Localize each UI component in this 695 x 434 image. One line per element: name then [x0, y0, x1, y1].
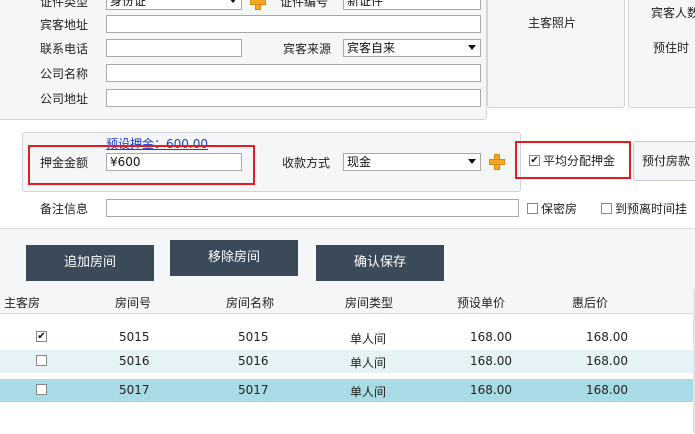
payment-method-label: 收款方式	[282, 156, 331, 170]
id-type-label: 证件类型	[40, 0, 89, 9]
remove-room-button[interactable]: 移除房间	[170, 240, 298, 276]
confirm-save-button[interactable]: 确认保存	[316, 245, 444, 281]
add-id-type-icon[interactable]	[250, 0, 266, 10]
payment-method-value: 现金	[347, 155, 372, 169]
discount-price-cell: 168.00	[586, 354, 628, 368]
preset-price-cell: 168.00	[470, 330, 512, 344]
guest-address-field[interactable]	[106, 15, 481, 33]
company-name-field[interactable]	[106, 64, 481, 82]
payment-method-select[interactable]: 现金	[343, 153, 481, 171]
company-address-label: 公司地址	[40, 92, 89, 106]
id-type-value: 身份证	[110, 0, 147, 8]
checkout-charge-checkbox[interactable]	[601, 203, 612, 214]
split-deposit-highlight	[515, 141, 631, 179]
room-name-cell: 5016	[238, 354, 269, 368]
col-room-type[interactable]: 房间类型	[345, 294, 393, 311]
source-select[interactable]: 宾客自来	[343, 39, 481, 57]
preset-price-cell: 168.00	[470, 354, 512, 368]
remarks-label: 备注信息	[40, 202, 89, 216]
discount-price-cell: 168.00	[586, 330, 628, 344]
guest-count-label: 宾客人数	[651, 6, 695, 20]
id-type-select[interactable]: 身份证	[106, 0, 242, 10]
confidential-room-label: 保密房	[541, 202, 578, 216]
col-room-no[interactable]: 房间号	[115, 294, 151, 311]
chevron-down-icon	[229, 0, 237, 3]
confidential-room-checkbox[interactable]	[527, 203, 538, 214]
company-name-label: 公司名称	[40, 67, 89, 81]
add-room-button[interactable]: 追加房间	[26, 245, 154, 281]
main-room-checkbox[interactable]	[36, 384, 47, 395]
col-discount-price[interactable]: 惠后价	[572, 294, 608, 311]
prepay-room-label: 预付房款	[642, 154, 691, 168]
discount-price-cell: 168.00	[586, 383, 628, 397]
preset-price-cell: 168.00	[470, 383, 512, 397]
source-label: 宾客来源	[283, 42, 332, 56]
id-no-label: 证件编号	[280, 0, 329, 9]
room-type-cell: 单人间	[350, 356, 387, 370]
expected-stay-label: 预住时	[653, 41, 690, 55]
source-value: 宾客自来	[347, 41, 396, 55]
prepay-room-button[interactable]: 预付房款	[633, 141, 695, 181]
deposit-amount-highlight	[28, 145, 255, 185]
chevron-down-icon	[468, 159, 476, 164]
main-room-checkbox[interactable]	[36, 355, 47, 366]
col-main-room[interactable]: 主客房	[4, 294, 40, 311]
stay-info-panel: 宾客人数 预住时	[628, 0, 695, 108]
main-room-checkbox[interactable]: ✔	[36, 331, 47, 342]
room-no-cell: 5016	[119, 354, 150, 368]
id-no-field[interactable]: 新证件	[343, 0, 481, 10]
room-no-cell: 5017	[119, 383, 150, 397]
table-row[interactable]: 5016 5016 单人间 168.00 168.00	[0, 350, 695, 373]
phone-field[interactable]	[106, 39, 242, 57]
guest-photo-panel[interactable]: 主客照片	[487, 0, 625, 108]
checkout-charge-label: 到预离时间挂	[615, 202, 688, 216]
add-payment-method-icon[interactable]	[489, 154, 505, 170]
guest-address-label: 宾客地址	[40, 18, 89, 32]
chevron-down-icon	[468, 45, 476, 50]
room-name-cell: 5017	[238, 383, 269, 397]
room-type-cell: 单人间	[350, 332, 387, 346]
table-row[interactable]: ✔ 5015 5015 单人间 168.00 168.00	[0, 326, 695, 349]
remarks-field[interactable]	[106, 199, 519, 217]
table-row[interactable]: 5017 5017 单人间 168.00 168.00	[0, 379, 695, 402]
room-no-cell: 5015	[119, 330, 150, 344]
company-address-field[interactable]	[106, 89, 481, 107]
guest-photo-label: 主客照片	[528, 16, 577, 30]
col-preset-price[interactable]: 预设单价	[457, 294, 505, 311]
phone-label: 联系电话	[40, 42, 89, 56]
col-room-name[interactable]: 房间名称	[226, 294, 274, 311]
room-type-cell: 单人间	[350, 385, 387, 399]
room-name-cell: 5015	[238, 330, 269, 344]
